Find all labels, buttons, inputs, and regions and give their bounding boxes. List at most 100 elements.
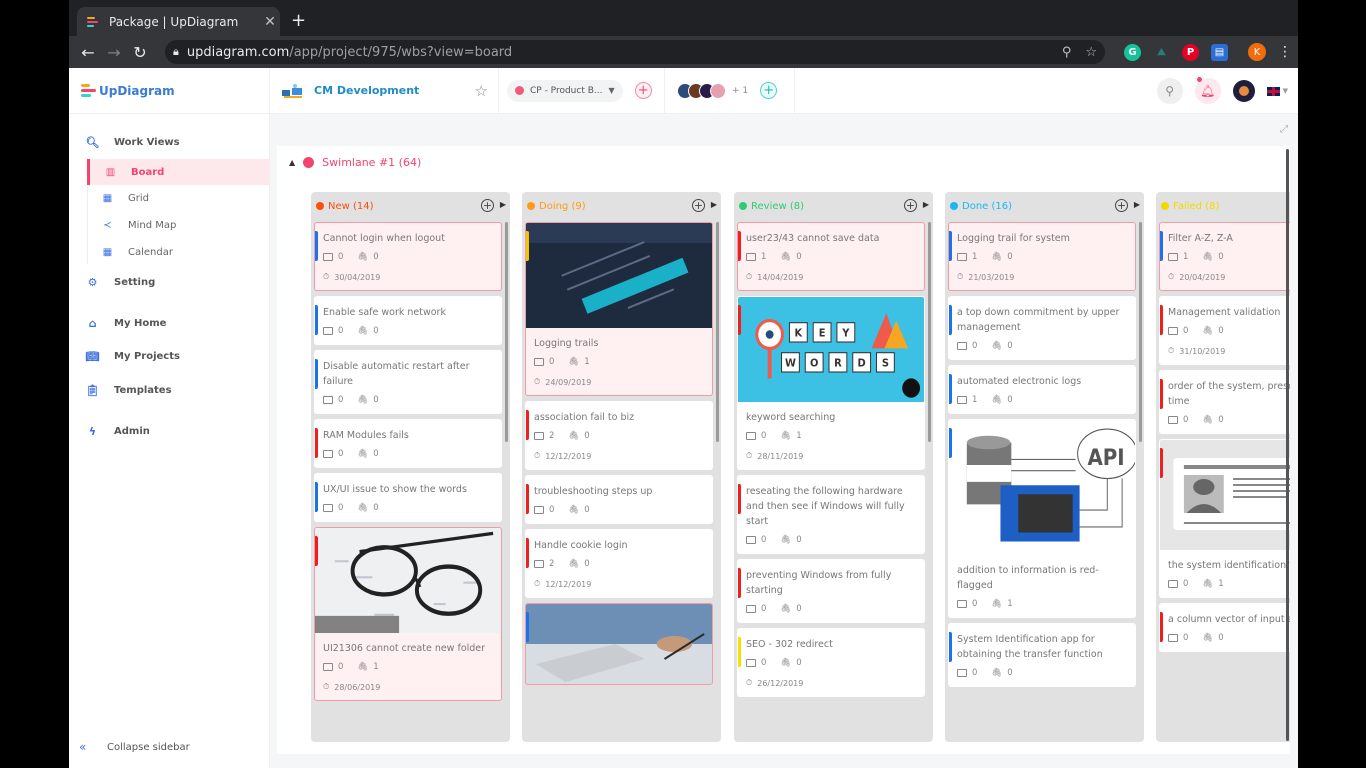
task-card[interactable]: reseating the following hardware and the… bbox=[737, 475, 925, 554]
column-header[interactable]: Failed (8) bbox=[1156, 192, 1290, 220]
add-card-button[interactable]: + bbox=[692, 199, 705, 212]
grammarly-extension-icon[interactable]: G bbox=[1124, 43, 1141, 61]
task-card[interactable]: RAM Modules fails 0 🖇︎ 0 bbox=[314, 419, 502, 468]
extension-icon[interactable]: ⛰ bbox=[1153, 44, 1170, 61]
column-title: New (14) bbox=[328, 200, 374, 212]
task-card[interactable]: Enable safe work network 0 🖇︎ 0 bbox=[314, 296, 502, 345]
column-header[interactable]: New (14) + ▶ bbox=[311, 192, 510, 220]
zoom-icon[interactable]: ⚲ bbox=[1062, 45, 1072, 60]
swimlane-header[interactable]: ▲ Swimlane #1 (64) bbox=[289, 156, 421, 169]
expand-column-arrow-icon[interactable]: ▶ bbox=[500, 200, 506, 209]
task-card[interactable]: Handle cookie login 2 🖇︎ 0 ⏱︎ 12/12/2019 bbox=[525, 529, 713, 598]
expand-column-arrow-icon[interactable]: ▶ bbox=[711, 200, 717, 209]
browser-menu-icon[interactable]: ⋮ bbox=[1278, 44, 1292, 60]
task-card[interactable] bbox=[525, 603, 713, 685]
project-name[interactable]: CM Development bbox=[314, 84, 419, 97]
column-header[interactable]: Doing (9) + ▶ bbox=[522, 192, 721, 220]
comment-count: 0 bbox=[957, 341, 977, 351]
sidebar-item-calendar[interactable]: ▦ Calendar bbox=[87, 239, 270, 265]
back-icon[interactable]: ← bbox=[75, 43, 101, 62]
clock-icon: ⏱︎ bbox=[746, 272, 753, 281]
favorite-star-icon[interactable]: ☆ bbox=[475, 82, 488, 100]
new-tab-icon[interactable]: + bbox=[291, 10, 306, 31]
expand-column-arrow-icon[interactable]: ▶ bbox=[1134, 200, 1140, 209]
user-avatar[interactable] bbox=[1232, 80, 1255, 102]
sidebar-item-setting[interactable]: ⚙ Setting bbox=[69, 269, 270, 295]
task-card[interactable]: association fail to biz 2 🖇︎ 0 ⏱︎ 12/12/2019 bbox=[525, 401, 713, 470]
card-title: Logging trail for system bbox=[957, 233, 1070, 244]
member-avatar[interactable] bbox=[710, 82, 726, 99]
reload-icon[interactable]: ↻ bbox=[127, 43, 153, 62]
task-card[interactable]: Logging trail for system 1 🖇︎ 0 ⏱︎ 21/03/2019 bbox=[948, 222, 1136, 291]
column-header[interactable]: Review (8) + ▶ bbox=[734, 192, 933, 220]
column-scrollbar[interactable] bbox=[716, 222, 719, 442]
task-card[interactable]: K E Y W O R D Skeyword searching 0 🖇︎ 1 ⏱︎ 28/11/201… bbox=[737, 296, 925, 470]
board-scrollbar[interactable] bbox=[1286, 149, 1289, 741]
task-card[interactable]: Disable automatic restart after failure 0… bbox=[314, 350, 502, 414]
search-icon[interactable]: ⚲ bbox=[1156, 78, 1183, 104]
task-card[interactable]: UX/UI issue to show the words 0 🖇︎ 0 bbox=[314, 473, 502, 522]
add-card-button[interactable]: + bbox=[1115, 199, 1128, 212]
pinterest-extension-icon[interactable]: P bbox=[1182, 43, 1199, 61]
paperclip-icon: 🖇︎ bbox=[780, 535, 792, 545]
language-select[interactable]: ▼ bbox=[1266, 86, 1288, 96]
column-header[interactable]: Done (16) + ▶ bbox=[945, 192, 1144, 220]
task-card[interactable]: user23/43 cannot save data 1 🖇︎ 0 ⏱︎ 14/04/20… bbox=[737, 222, 925, 291]
add-card-button[interactable]: + bbox=[481, 199, 494, 212]
app-logo[interactable]: UpDiagram bbox=[69, 68, 270, 113]
comment-icon bbox=[1168, 416, 1178, 424]
sidebar-item-templates[interactable]: 📋︎ Templates bbox=[69, 377, 270, 403]
task-card[interactable]: API addition to information is red-flagge… bbox=[948, 419, 1136, 618]
task-card[interactable]: Logging trails 0 🖇︎ 1 ⏱︎ 24/09/2019 bbox=[525, 222, 713, 396]
task-card[interactable]: automated electronic logs 1 🖇︎ 0 bbox=[948, 365, 1136, 414]
sidebar-work-views[interactable]: 🔍︎ Work Views bbox=[69, 129, 270, 155]
comment-count: 1 bbox=[957, 395, 977, 405]
task-card[interactable]: order of the system, prese delay time0🖇︎… bbox=[1159, 370, 1290, 434]
task-card[interactable]: preventing Windows from fully starting 0 🖇… bbox=[737, 559, 925, 623]
task-card[interactable]: troubleshooting steps up 0 🖇︎ 0 bbox=[525, 475, 713, 524]
address-bar[interactable]: 🔒︎ updiagram.com /app/project/975/wbs?vi… bbox=[165, 40, 1105, 64]
task-card[interactable]: UI21306 cannot create new folder 0 🖇︎ 1 ⏱︎ 28… bbox=[314, 527, 502, 701]
task-card[interactable]: a top down commitment by upper managemen… bbox=[948, 296, 1136, 360]
expand-column-arrow-icon[interactable]: ▶ bbox=[923, 200, 929, 209]
collapse-triangle-icon[interactable]: ▲ bbox=[289, 158, 295, 167]
column-scrollbar[interactable] bbox=[928, 222, 931, 442]
column-scrollbar[interactable] bbox=[1139, 222, 1142, 442]
mind-map-icon: ≺ bbox=[103, 219, 112, 231]
browser-tab[interactable]: Package | UpDiagram ✕ bbox=[77, 7, 280, 36]
sidebar-item-my-home[interactable]: ⌂ My Home bbox=[69, 310, 270, 336]
add-package-button[interactable]: + bbox=[634, 82, 652, 99]
sidebar-item-board[interactable]: ▥ Board bbox=[87, 159, 270, 185]
add-card-button[interactable]: + bbox=[904, 199, 917, 212]
members-more-count[interactable]: + 1 bbox=[732, 86, 748, 96]
card-padding bbox=[526, 589, 712, 597]
bookmark-star-icon[interactable]: ☆ bbox=[1085, 45, 1097, 60]
sidebar-item-my-projects[interactable]: 📖︎ My Projects bbox=[69, 343, 270, 369]
sidebar-item-admin[interactable]: ϟ Admin bbox=[69, 418, 270, 444]
collapse-sidebar-button[interactable]: « Collapse sidebar bbox=[79, 740, 190, 754]
due-date: ⏱︎ 14/04/2019 bbox=[738, 262, 924, 282]
card-title: automated electronic logs bbox=[957, 376, 1082, 387]
task-card[interactable]: SEO - 302 redirect 0 🖇︎ 0 ⏱︎ 26/12/2019 bbox=[737, 628, 925, 697]
card-title: keyword searching bbox=[746, 412, 836, 423]
updiagram-logo-icon bbox=[81, 84, 96, 97]
task-card[interactable]: a column vector of input a output 0 🖇︎ 0 bbox=[1159, 603, 1290, 652]
close-tab-icon[interactable]: ✕ bbox=[260, 14, 280, 30]
column-scrollbar[interactable] bbox=[505, 222, 508, 442]
add-member-button[interactable]: + bbox=[760, 82, 778, 99]
profile-avatar[interactable]: K bbox=[1248, 43, 1266, 61]
sidebar-item-grid[interactable]: ▦ Grid bbox=[87, 185, 270, 211]
notification-bell-icon[interactable]: 🔔︎ bbox=[1194, 77, 1221, 104]
fullscreen-icon[interactable]: ⤢ bbox=[1280, 124, 1288, 135]
extension-icon[interactable]: ▤ bbox=[1211, 43, 1228, 61]
task-card[interactable]: Cannot login when logout 0 🖇︎ 0 ⏱︎ 30/04/2019 bbox=[314, 222, 502, 291]
sidebar-item-mind-map[interactable]: ≺ Mind Map bbox=[87, 212, 270, 238]
task-card[interactable]: Filter A-Z, Z-A 1 🖇︎ 0 ⏱︎ 20/04/2019 bbox=[1159, 222, 1290, 291]
task-card[interactable]: System Identification app for obtaining … bbox=[948, 623, 1136, 687]
forward-icon[interactable]: → bbox=[101, 43, 127, 62]
attachment-count-value: 0 bbox=[584, 505, 590, 515]
task-card[interactable]: the system identification t 0 🖇︎ 1 bbox=[1159, 439, 1290, 598]
package-select[interactable]: CP - Product B... ▼ bbox=[507, 79, 623, 102]
clock-icon: ⏱︎ bbox=[534, 579, 541, 588]
task-card[interactable]: Management validation 0 🖇︎ 0 ⏱︎ 31/10/2019 bbox=[1159, 296, 1290, 365]
